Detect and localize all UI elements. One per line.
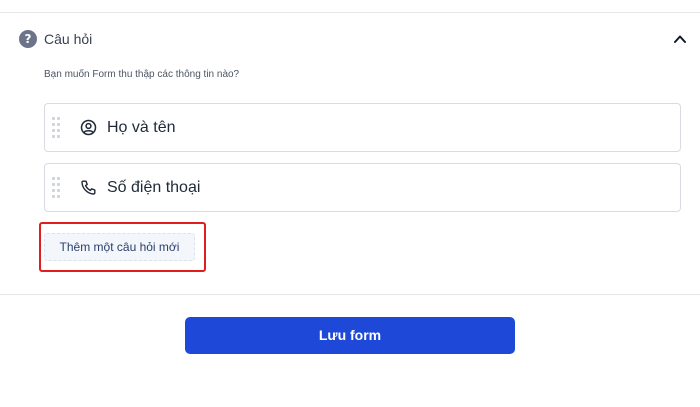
question-label: Số điện thoại [107,179,201,196]
add-question-button[interactable]: Thêm một câu hỏi mới [44,233,195,261]
question-item-full-name[interactable]: Họ và tên [44,103,681,152]
section-title: Câu hỏi [44,31,93,47]
drag-handle-icon[interactable] [52,177,62,199]
question-item-phone[interactable]: Số điện thoại [44,163,681,212]
divider-bottom [0,294,700,295]
questions-prompt: Bạn muốn Form thu thập các thông tin nào… [44,69,240,80]
help-circle-icon: ? [19,30,37,48]
divider-top [0,12,700,13]
question-label: Họ và tên [107,119,176,136]
save-form-button[interactable]: Lưu form [185,317,515,354]
phone-icon [81,180,96,195]
chevron-up-icon[interactable] [673,32,687,46]
user-circle-icon [80,119,97,136]
drag-handle-icon[interactable] [52,117,62,139]
questions-section-header[interactable]: ? Câu hỏi [0,24,700,54]
